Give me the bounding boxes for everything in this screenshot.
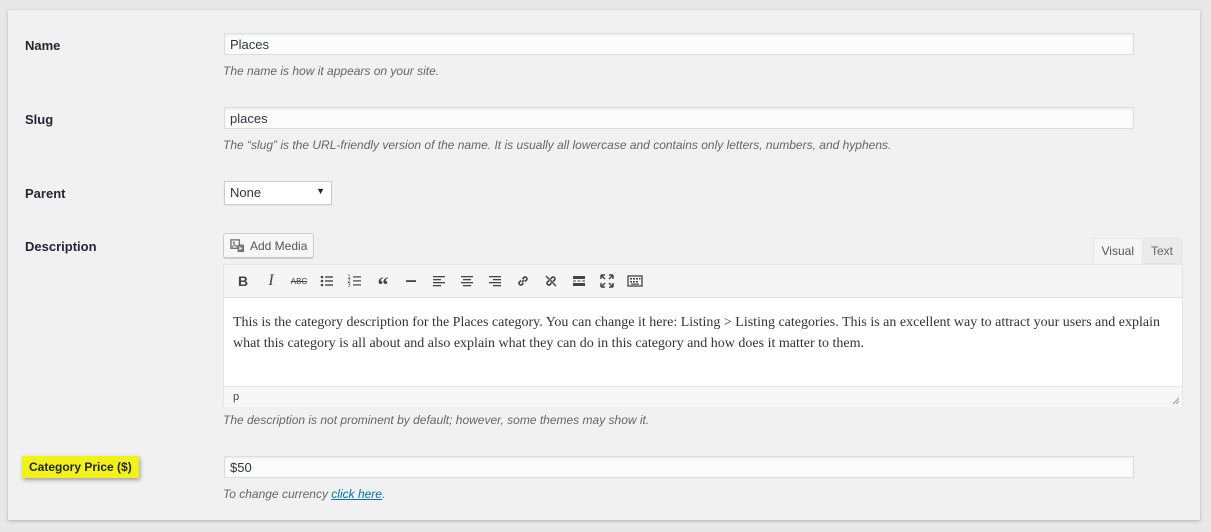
currency-hint-suffix: .	[381, 487, 386, 501]
tab-text[interactable]: Text	[1142, 238, 1182, 264]
slug-hint: The “slug” is the URL-friendly version o…	[223, 138, 892, 152]
align-center-icon[interactable]	[453, 267, 481, 295]
name-hint: The name is how it appears on your site.	[223, 64, 440, 78]
horizontal-line-icon[interactable]	[397, 267, 425, 295]
editor-statusbar: p	[224, 386, 1182, 407]
name-input[interactable]	[224, 33, 1134, 55]
svg-text:3: 3	[348, 283, 351, 289]
editor-mode-tabs: Visual Text	[1092, 238, 1182, 264]
parent-selected-value: None	[230, 185, 262, 200]
unlink-icon[interactable]	[537, 267, 565, 295]
parent-select[interactable]: None ▼	[224, 181, 332, 205]
description-editor: B I ABC 123 “ This is the category descr…	[223, 264, 1183, 407]
fullscreen-icon[interactable]	[593, 267, 621, 295]
description-hint: The description is not prominent by defa…	[223, 413, 650, 427]
italic-icon[interactable]: I	[257, 267, 285, 295]
link-icon[interactable]	[509, 267, 537, 295]
editor-toolbar: B I ABC 123 “	[224, 265, 1182, 298]
description-label: Description	[25, 239, 97, 254]
bulleted-list-icon[interactable]	[313, 267, 341, 295]
name-label: Name	[25, 38, 61, 53]
numbered-list-icon[interactable]: 123	[341, 267, 369, 295]
tab-visual[interactable]: Visual	[1092, 238, 1143, 264]
slug-input[interactable]	[224, 107, 1134, 129]
add-media-label: Add Media	[250, 238, 308, 253]
strikethrough-icon[interactable]: ABC	[285, 267, 313, 295]
chevron-down-icon: ▼	[316, 186, 325, 196]
category-edit-form: Name The name is how it appears on your …	[8, 10, 1200, 520]
align-right-icon[interactable]	[481, 267, 509, 295]
category-price-label: Category Price ($)	[22, 456, 139, 478]
parent-label: Parent	[25, 186, 66, 201]
bold-icon[interactable]: B	[229, 267, 257, 295]
description-content[interactable]: This is the category description for the…	[224, 298, 1182, 386]
currency-hint-prefix: To change currency	[223, 487, 332, 501]
currency-hint: To change currency click here.	[223, 487, 385, 501]
slug-label: Slug	[25, 112, 54, 127]
element-path[interactable]: p	[233, 391, 239, 403]
add-media-icon	[230, 239, 245, 253]
resize-handle-icon[interactable]	[1172, 397, 1180, 405]
category-price-input[interactable]	[224, 456, 1134, 478]
blockquote-icon[interactable]: “	[369, 267, 397, 297]
align-left-icon[interactable]	[425, 267, 453, 295]
change-currency-link[interactable]: click here	[331, 487, 382, 501]
toolbar-toggle-icon[interactable]	[621, 267, 649, 295]
read-more-icon[interactable]	[565, 267, 593, 295]
add-media-button[interactable]: Add Media	[223, 233, 315, 258]
